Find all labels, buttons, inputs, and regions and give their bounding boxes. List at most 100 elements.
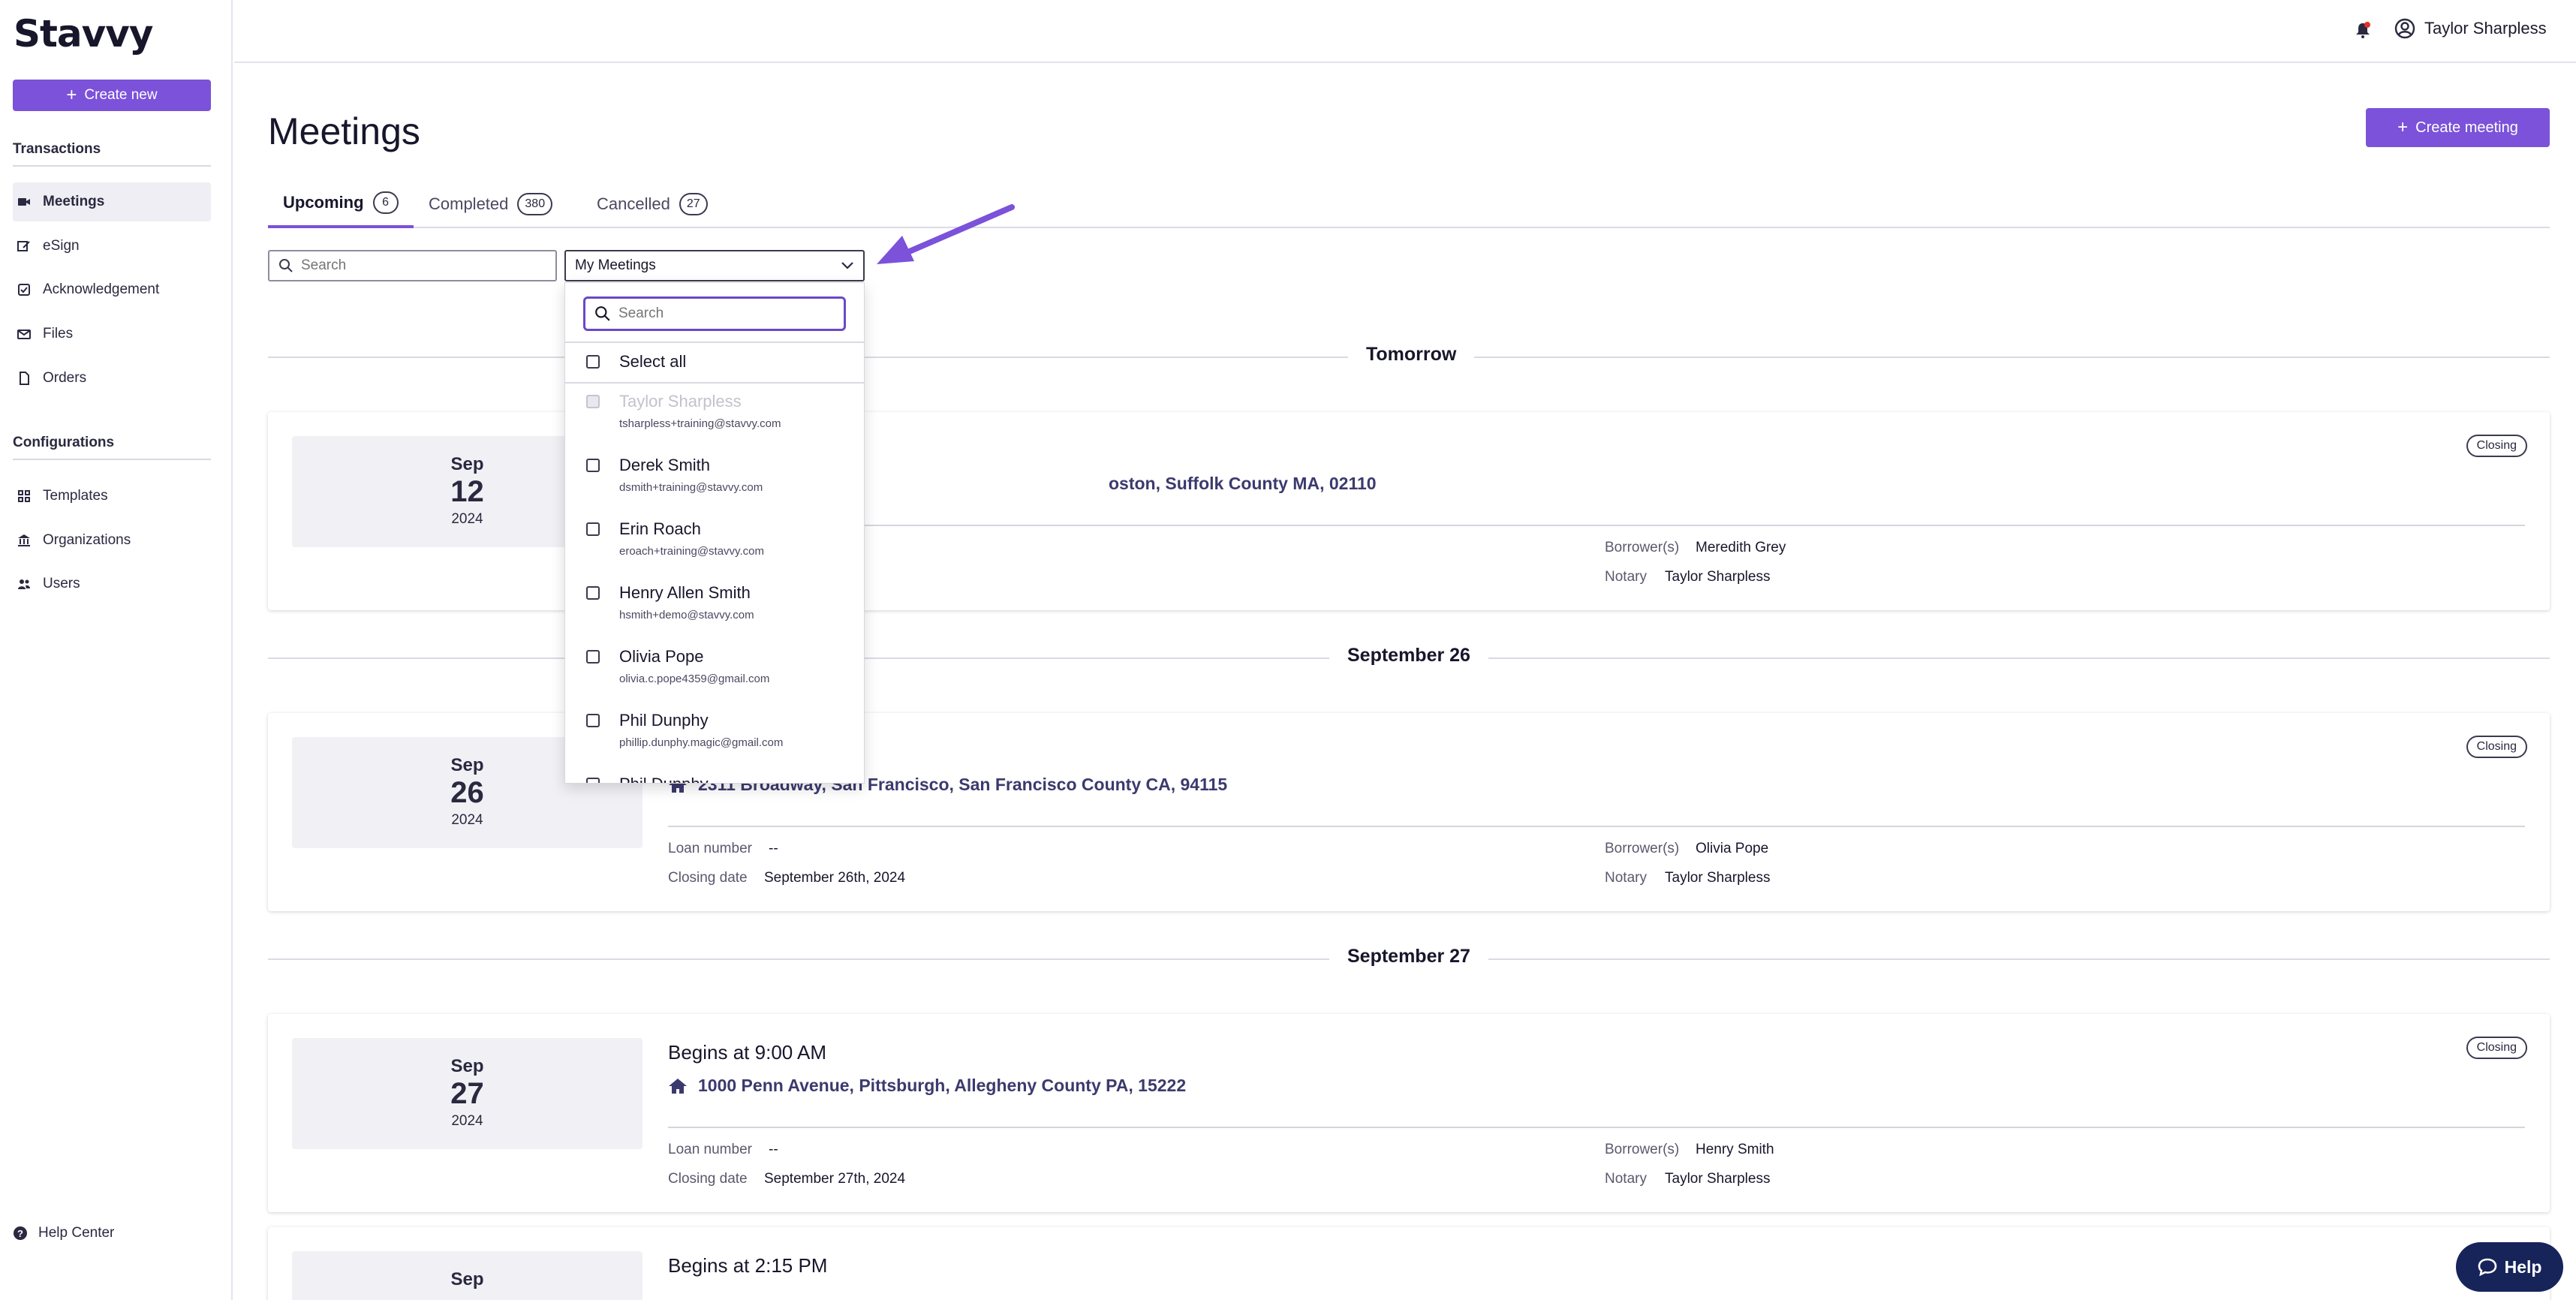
dropdown-search-field[interactable] <box>583 296 846 331</box>
meeting-card[interactable]: Sep 27 2024 Begins at 9:00 AM 1000 Penn … <box>268 1014 2550 1212</box>
option-email: dsmith+training@stavvy.com <box>619 481 763 494</box>
notary-value: Taylor Sharpless <box>1665 569 1771 585</box>
meeting-type-badge: Closing <box>2466 435 2527 457</box>
search-field[interactable] <box>268 250 557 281</box>
address-text: 1000 Penn Avenue, Pittsburgh, Allegheny … <box>698 1076 1187 1095</box>
bank-icon <box>18 534 30 546</box>
option-name: Henry Allen Smith <box>619 583 751 602</box>
sidebar-item-acknowledgement[interactable]: Acknowledgement <box>13 270 211 309</box>
tab-completed[interactable]: Completed 380 <box>414 180 567 228</box>
sidebar-item-label: Organizations <box>43 532 131 548</box>
borrower-value: Henry Smith <box>1696 1142 1774 1157</box>
sidebar-item-organizations[interactable]: Organizations <box>13 521 211 560</box>
meeting-type-badge: Closing <box>2466 736 2527 758</box>
meeting-card[interactable]: Sep Begins at 2:15 PM <box>268 1227 2550 1300</box>
notary-value: Taylor Sharpless <box>1665 1171 1771 1187</box>
meeting-start-time: Begins at 2:15 PM <box>668 1254 828 1277</box>
notary-label: Notary <box>1605 569 1647 585</box>
count-badge: 380 <box>517 193 553 215</box>
user-name: Taylor Sharpless <box>2424 19 2547 38</box>
date-month: Sep <box>450 1056 484 1076</box>
loan-number-label: Loan number <box>668 841 752 856</box>
check-square-icon <box>18 284 30 296</box>
notary-label: Notary <box>1605 870 1647 886</box>
option-name: Erin Roach <box>619 519 701 538</box>
loan-number-value: -- <box>769 1142 778 1157</box>
option-name: Phil Dunphy <box>619 711 709 730</box>
date-tile: Sep <box>292 1251 642 1300</box>
borrower-label: Borrower(s) <box>1605 1142 1680 1157</box>
plus-icon: + <box>66 85 77 105</box>
borrower-value: Olivia Pope <box>1696 841 1769 856</box>
borrower-label: Borrower(s) <box>1605 540 1680 555</box>
option-email: olivia.c.pope4359@gmail.com <box>619 673 770 685</box>
checkbox[interactable] <box>586 586 600 600</box>
bell-icon[interactable] <box>2355 21 2371 39</box>
section-configurations: Configurations <box>13 435 211 460</box>
plus-icon: + <box>2397 117 2409 137</box>
sidebar-item-files[interactable]: Files <box>13 314 211 354</box>
count-badge: 27 <box>679 193 708 215</box>
date-year: 2024 <box>451 812 483 828</box>
sidebar-item-label: eSign <box>43 238 80 254</box>
sidebar-item-users[interactable]: Users <box>13 564 211 603</box>
sidebar-item-label: Users <box>43 576 80 591</box>
tab-label: Cancelled <box>597 194 670 213</box>
chat-bubble-icon <box>2478 1258 2496 1276</box>
topbar <box>234 0 2576 63</box>
sidebar-item-label: Templates <box>43 488 108 504</box>
mail-icon <box>17 330 31 339</box>
sidebar-item-esign[interactable]: eSign <box>13 227 211 266</box>
sidebar-item-templates[interactable]: Templates <box>13 477 211 516</box>
create-meeting-button[interactable]: + Create meeting <box>2366 108 2550 147</box>
option-email: phillip.dunphy.magic@gmail.com <box>619 736 784 749</box>
checkbox <box>586 395 600 408</box>
count-badge: 6 <box>372 191 399 214</box>
tab-cancelled[interactable]: Cancelled 27 <box>582 180 723 228</box>
search-icon <box>279 259 293 272</box>
app: Stavvy + Create new Transactions Meeting… <box>0 0 2576 1300</box>
checkbox[interactable] <box>586 714 600 727</box>
option-email: eroach+training@stavvy.com <box>619 545 764 558</box>
user-menu[interactable]: Taylor Sharpless <box>2394 18 2547 39</box>
closing-date-label: Closing date <box>668 1171 748 1187</box>
closing-date-label: Closing date <box>668 870 748 886</box>
sidebar-item-label: Files <box>43 326 74 342</box>
loan-number-value: -- <box>769 841 778 856</box>
date-tile: Sep 27 2024 <box>292 1038 642 1149</box>
date-divider-label: September 26 <box>1329 645 1488 667</box>
filter-value: My Meetings <box>575 257 656 273</box>
annotation-arrow-icon <box>877 204 1015 264</box>
meeting-type-badge: Closing <box>2466 1037 2527 1059</box>
sidebar-item-meetings[interactable]: Meetings <box>13 182 211 221</box>
checkbox[interactable] <box>586 522 600 536</box>
notary-value: Taylor Sharpless <box>1665 870 1771 886</box>
date-divider-label: Tomorrow <box>1348 344 1475 366</box>
address-text: oston, Suffolk County MA, 02110 <box>1109 474 1377 493</box>
help-chat-button[interactable]: Help <box>2456 1242 2563 1292</box>
sidebar-item-label: Meetings <box>43 194 105 209</box>
card-rule <box>668 525 2525 526</box>
checkbox[interactable] <box>586 650 600 664</box>
option-email: tsharpless+training@stavvy.com <box>619 417 781 430</box>
create-new-label: Create new <box>84 87 158 103</box>
sidebar-item-orders[interactable]: Orders <box>13 359 211 398</box>
checkbox[interactable] <box>586 355 600 369</box>
dropdown-search-input[interactable] <box>618 305 829 322</box>
sidebar-item-label: Orders <box>43 370 87 386</box>
help-center-link[interactable]: ? Help Center <box>13 1225 114 1241</box>
tab-upcoming[interactable]: Upcoming 6 <box>268 180 414 228</box>
divider <box>565 382 864 384</box>
option-name: Derek Smith <box>619 456 711 474</box>
page-title: Meetings <box>268 110 420 152</box>
meetings-filter-select[interactable]: My Meetings <box>564 250 865 281</box>
meetings-filter-dropdown: Select all Taylor Sharpless tsharpless+t… <box>564 282 865 784</box>
option-name: Taylor Sharpless <box>619 392 742 411</box>
checkbox[interactable] <box>586 778 600 783</box>
search-input[interactable] <box>301 257 541 274</box>
closing-date-value: September 27th, 2024 <box>764 1171 906 1187</box>
create-new-button[interactable]: + Create new <box>13 80 211 111</box>
checkbox[interactable] <box>586 459 600 472</box>
document-icon <box>20 372 29 385</box>
tabs: Upcoming 6 Completed 380 Cancelled 27 <box>268 180 2550 228</box>
